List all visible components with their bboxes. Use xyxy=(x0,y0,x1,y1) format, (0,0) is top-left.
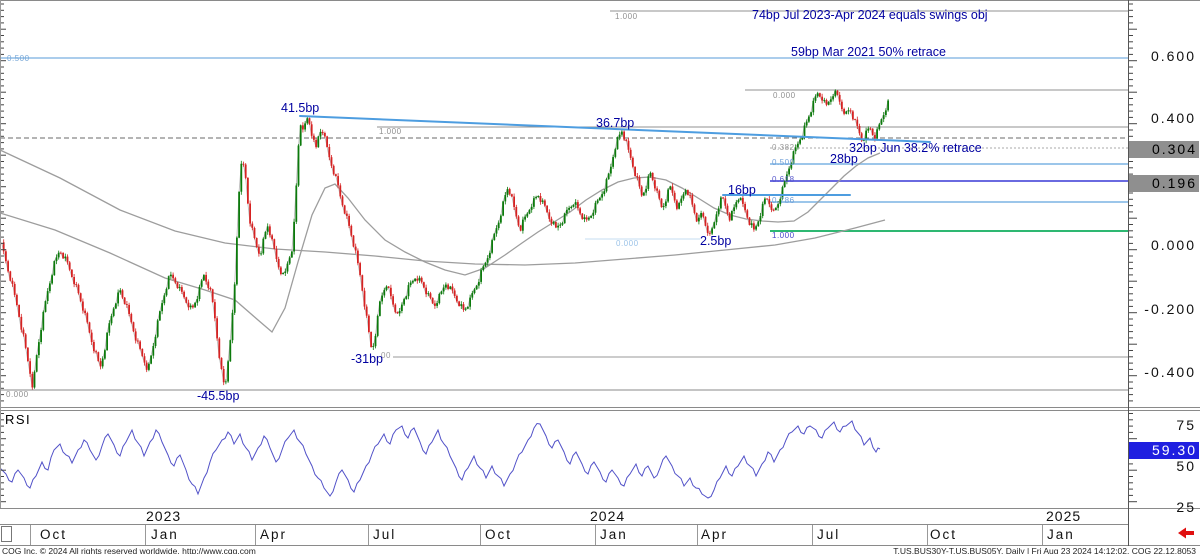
price-axis-badge: 59.30 xyxy=(1129,442,1199,459)
time-axis-month-label: Apr xyxy=(260,526,287,544)
rsi-study-label: RSI xyxy=(5,412,31,427)
fib-level-label: 0.000 xyxy=(616,240,639,248)
fib-level-label: 1.000 xyxy=(772,232,795,240)
fib-level-label: 0.382 xyxy=(772,144,795,152)
fib-level-label: 0.500 xyxy=(7,55,30,63)
time-axis-month-label: Oct xyxy=(40,526,67,544)
price-axis-label: 25 xyxy=(1130,499,1196,515)
time-axis-month-label: Jan xyxy=(151,526,179,544)
chart-annotation: 41.5bp xyxy=(281,101,319,115)
chart-annotation: -45.5bp xyxy=(197,389,239,403)
price-axis-label: 50 xyxy=(1130,458,1196,474)
time-axis-month-label: Jul xyxy=(817,526,840,544)
scroll-left-arrow-icon[interactable] xyxy=(1178,528,1194,539)
price-axis-badge: 0.304 xyxy=(1129,141,1199,158)
time-axis-month-label: Oct xyxy=(930,526,957,544)
chart-annotation: 28bp xyxy=(830,152,858,166)
time-axis-month-label: Jan xyxy=(1047,526,1075,544)
fib-level-label: 0.500 xyxy=(772,159,795,167)
fib-level-label: 0.618 xyxy=(772,176,795,184)
fib-level-label: 1.000 xyxy=(379,128,402,136)
time-axis-year-label: 2025 xyxy=(1046,509,1081,524)
chart-annotation: 32bp Jun 38.2% retrace xyxy=(849,141,982,155)
fib-level-label: 1.000 xyxy=(615,13,638,21)
price-axis-label: 0.000 xyxy=(1130,237,1196,253)
price-axis-label: 0.400 xyxy=(1130,110,1196,126)
chart-annotation: 74bp Jul 2023-Apr 2024 equals swings obj xyxy=(752,8,988,22)
time-axis-month-label: Jan xyxy=(600,526,628,544)
time-axis-year-label: 2024 xyxy=(590,509,625,524)
chart-annotation: 2.5bp xyxy=(700,234,731,248)
moving-average-slow-line xyxy=(0,150,885,265)
chart-canvas[interactable] xyxy=(0,0,1200,554)
rsi-line xyxy=(0,421,880,498)
price-axis-label: -0.200 xyxy=(1130,301,1196,317)
time-axis-month-label: Oct xyxy=(485,526,512,544)
price-axis-label: 0.600 xyxy=(1130,48,1196,64)
scrollbar-box[interactable] xyxy=(1,526,12,542)
price-axis-badge: 0.196 xyxy=(1129,175,1199,192)
cqg-chart-window: RSI CQG Inc. © 2024 All rights reserved … xyxy=(0,0,1200,554)
status-bar-symbol-info: T.US.BUS30Y-T.US.BUS05Y, Daily | Fri Aug… xyxy=(893,546,1196,554)
axis-tick-marks xyxy=(1,4,1137,502)
price-axis-label: -0.400 xyxy=(1130,364,1196,380)
fib-level-label: 0.786 xyxy=(772,197,795,205)
fib-level-label: 0.000 xyxy=(6,391,29,399)
time-axis-year-label: 2023 xyxy=(146,509,181,524)
price-axis-label: 75 xyxy=(1130,417,1196,433)
moving-average-fast-line xyxy=(0,153,880,332)
chart-annotation: -31bp xyxy=(351,352,383,366)
chart-annotation: 36.7bp xyxy=(596,116,634,130)
fib-level-label: 0.000 xyxy=(773,92,796,100)
chart-annotation: 59bp Mar 2021 50% retrace xyxy=(791,45,946,59)
chart-annotation: 16bp xyxy=(728,183,756,197)
time-axis-month-label: Apr xyxy=(701,526,728,544)
time-axis-month-label: Jul xyxy=(373,526,396,544)
status-bar-copyright: CQG Inc. © 2024 All rights reserved worl… xyxy=(2,546,256,554)
